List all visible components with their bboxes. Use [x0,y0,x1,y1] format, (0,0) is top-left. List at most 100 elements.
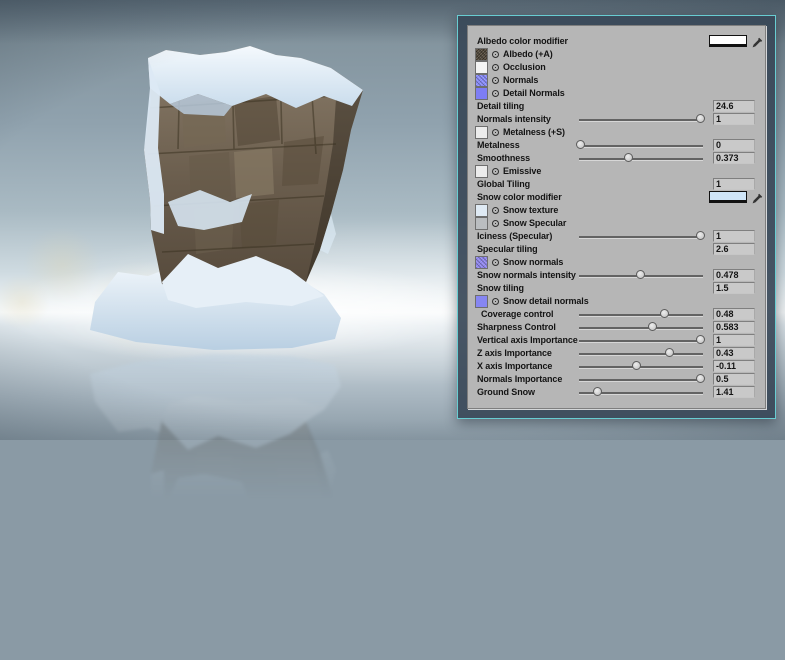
metalness-row: Metalness 0 [475,139,758,152]
occlusion-map-label: Occlusion [503,62,546,72]
smoothness-value[interactable]: 0.373 [713,152,755,164]
albedo-map-thumbnail[interactable] [475,48,488,61]
snow-color-modifier-row: Snow color modifier [475,191,763,204]
vertical-axis-importance-slider-handle[interactable] [696,335,706,344]
albedo-map-row: Albedo (+A) [475,48,758,61]
vertical-axis-importance-label: Vertical axis Importance [477,335,578,345]
object-picker-icon[interactable] [492,77,499,84]
x-axis-importance-slider-handle[interactable] [632,361,642,370]
ground-snow-value[interactable]: 1.41 [713,386,755,398]
object-picker-icon[interactable] [492,64,499,71]
object-picker-icon[interactable] [492,51,499,58]
z-axis-importance-label: Z axis Importance [477,348,552,358]
normals-intensity-value[interactable]: 1 [713,113,755,125]
object-picker-icon[interactable] [492,259,499,266]
normals-importance-value[interactable]: 0.5 [713,373,755,385]
vertical-axis-importance-value[interactable]: 1 [713,334,755,346]
detail-normals-map-row: Detail Normals [475,87,758,100]
snow-normals-map-thumbnail[interactable] [475,256,488,269]
object-picker-icon[interactable] [492,90,499,97]
albedo-color-modifier-row: Albedo color modifier [475,35,763,48]
z-axis-importance-slider-track[interactable] [579,353,703,355]
coverage-control-slider-handle[interactable] [659,309,669,318]
smoothness-slider-track[interactable] [579,158,703,160]
albedo-color-modifier-label: Albedo color modifier [477,36,568,46]
normals-intensity-slider-track[interactable] [579,119,703,121]
detail-normals-map-thumbnail[interactable] [475,87,488,100]
normals-importance-label: Normals Importance [477,374,563,384]
sharpness-control-slider-handle[interactable] [648,322,658,331]
object-picker-icon[interactable] [492,298,499,305]
normals-intensity-row: Normals intensity 1 [475,113,758,126]
snow-texture-map-thumbnail[interactable] [475,204,488,217]
normals-importance-slider-track[interactable] [579,379,703,381]
snow-specular-map-label: Snow Specular [503,218,567,228]
detail-tiling-value[interactable]: 24.6 [713,100,755,112]
snow-color-modifier-swatch[interactable] [709,191,747,203]
x-axis-importance-slider-track[interactable] [579,366,703,368]
z-axis-importance-slider-handle[interactable] [664,348,674,357]
occlusion-map-thumbnail[interactable] [475,61,488,74]
metalness-slider-track[interactable] [579,145,703,147]
object-picker-icon[interactable] [492,220,499,227]
normals-map-thumbnail[interactable] [475,74,488,87]
ground-snow-slider-handle[interactable] [592,387,602,396]
snow-tiling-value[interactable]: 1.5 [713,282,755,294]
metalness-map-thumbnail[interactable] [475,126,488,139]
normals-map-label: Normals [503,75,539,85]
metalness-map-row: Metalness (+S) [475,126,758,139]
iciness-specular-slider-track[interactable] [579,236,703,238]
x-axis-importance-value[interactable]: -0.11 [713,360,755,372]
occlusion-map-row: Occlusion [475,61,758,74]
metalness-slider-handle[interactable] [576,140,586,149]
eyedropper-icon[interactable] [752,35,763,48]
sharpness-control-value[interactable]: 0.583 [713,321,755,333]
eyedropper-icon[interactable] [752,191,763,204]
rock-svg [90,354,363,658]
vertical-axis-importance-slider-track[interactable] [579,340,703,342]
snow-color-modifier-label: Snow color modifier [477,192,562,202]
emissive-map-row: Emissive [475,165,758,178]
iciness-specular-slider-handle[interactable] [696,231,706,240]
metalness-value[interactable]: 0 [713,139,755,151]
snow-detail-normals-map-row: Snow detail normals [475,295,758,308]
coverage-control-row: Coverage control 0.48 [475,308,758,321]
sharpness-control-label: Sharpness Control [477,322,556,332]
global-tiling-value[interactable]: 1 [713,178,755,190]
snow-normals-intensity-value[interactable]: 0.478 [713,269,755,281]
iciness-specular-row: Iciness (Specular) 1 [475,230,758,243]
normals-importance-slider-handle[interactable] [696,374,706,383]
sharpness-control-slider-track[interactable] [579,327,703,329]
inspector-inner-panel: Albedo color modifier Albedo (+A) Occlusio… [467,25,766,409]
coverage-control-slider-track[interactable] [579,314,703,316]
object-picker-icon[interactable] [492,168,499,175]
iciness-specular-label: Iciness (Specular) [477,231,553,241]
snow-detail-normals-map-label: Snow detail normals [503,296,589,306]
specular-tiling-label: Specular tiling [477,244,538,254]
detail-normals-map-label: Detail Normals [503,88,565,98]
specular-tiling-value[interactable]: 2.6 [713,243,755,255]
object-picker-icon[interactable] [492,129,499,136]
smoothness-label: Smoothness [477,153,531,163]
specular-tiling-row: Specular tiling 2.6 [475,243,758,256]
normals-map-row: Normals [475,74,758,87]
iciness-specular-value[interactable]: 1 [713,230,755,242]
normals-intensity-slider-handle[interactable] [696,114,706,123]
normals-intensity-label: Normals intensity [477,114,551,124]
sharpness-control-row: Sharpness Control 0.583 [475,321,758,334]
object-picker-icon[interactable] [492,207,499,214]
snow-specular-map-thumbnail[interactable] [475,217,488,230]
x-axis-importance-label: X axis Importance [477,361,553,371]
coverage-control-value[interactable]: 0.48 [713,308,755,320]
snow-tiling-row: Snow tiling 1.5 [475,282,758,295]
emissive-map-thumbnail[interactable] [475,165,488,178]
snow-detail-normals-map-thumbnail[interactable] [475,295,488,308]
z-axis-importance-row: Z axis Importance 0.43 [475,347,758,360]
smoothness-row: Smoothness 0.373 [475,152,758,165]
snow-tiling-label: Snow tiling [477,283,524,293]
rock-svg [90,46,363,350]
albedo-color-modifier-swatch[interactable] [709,35,747,47]
z-axis-importance-value[interactable]: 0.43 [713,347,755,359]
smoothness-slider-handle[interactable] [623,153,633,162]
snow-normals-intensity-slider-handle[interactable] [636,270,645,279]
